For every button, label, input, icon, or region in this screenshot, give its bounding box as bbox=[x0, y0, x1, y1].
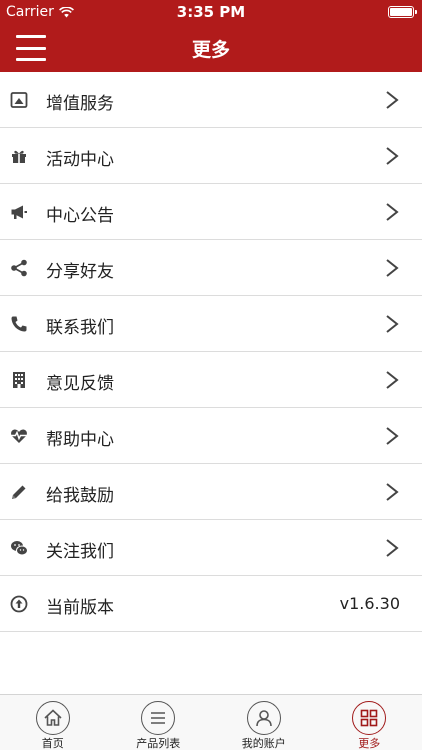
phone-icon bbox=[10, 315, 28, 333]
menu-item-encourage-us[interactable]: 给我鼓励 bbox=[0, 464, 422, 520]
building-icon bbox=[10, 371, 28, 389]
status-bar: Carrier 3:35 PM bbox=[0, 0, 422, 24]
tab-bar: 首页 产品列表 我的账户 更多 bbox=[0, 694, 422, 750]
menu-item-help-center[interactable]: 帮助中心 bbox=[0, 408, 422, 464]
tab-label: 产品列表 bbox=[136, 737, 181, 750]
menu-item-feedback[interactable]: 意见反馈 bbox=[0, 352, 422, 408]
chevron-right-icon bbox=[384, 426, 400, 446]
menu-item-label: 意见反馈 bbox=[46, 374, 114, 394]
menu-item-follow-us[interactable]: 关注我们 bbox=[0, 520, 422, 576]
menu-item-label: 分享好友 bbox=[46, 262, 114, 282]
chevron-right-icon bbox=[384, 202, 400, 222]
menu-item-label: 活动中心 bbox=[46, 150, 114, 170]
chevron-right-icon bbox=[384, 314, 400, 334]
gift-icon bbox=[10, 147, 28, 165]
tab-more[interactable]: 更多 bbox=[317, 695, 422, 750]
home-icon bbox=[35, 701, 70, 735]
menu-list: 增值服务 活动中心 中心公告 分享好友 联系我们 意见反馈 帮助中心 给我鼓励 … bbox=[0, 72, 422, 632]
chevron-right-icon bbox=[384, 90, 400, 110]
chevron-right-icon bbox=[384, 370, 400, 390]
menu-item-value-added-services[interactable]: 增值服务 bbox=[0, 72, 422, 128]
tab-product-list[interactable]: 产品列表 bbox=[106, 695, 212, 750]
tab-label: 我的账户 bbox=[241, 737, 286, 750]
chevron-right-icon bbox=[384, 538, 400, 558]
megaphone-icon bbox=[10, 203, 28, 221]
menu-item-label: 帮助中心 bbox=[46, 430, 114, 450]
tab-home[interactable]: 首页 bbox=[0, 695, 106, 750]
chevron-right-icon bbox=[384, 482, 400, 502]
tab-my-account[interactable]: 我的账户 bbox=[211, 695, 317, 750]
tab-label: 更多 bbox=[358, 737, 381, 750]
menu-item-label: 中心公告 bbox=[46, 206, 114, 226]
menu-item-activity-center[interactable]: 活动中心 bbox=[0, 128, 422, 184]
grid-icon bbox=[352, 701, 387, 735]
list-icon bbox=[141, 701, 176, 735]
version-value: v1.6.30 bbox=[339, 594, 400, 613]
chevron-right-icon bbox=[384, 258, 400, 278]
user-icon bbox=[246, 701, 281, 735]
image-icon bbox=[10, 91, 28, 109]
menu-item-label: 给我鼓励 bbox=[46, 486, 114, 506]
version-label: 当前版本 bbox=[46, 598, 114, 618]
menu-item-label: 联系我们 bbox=[46, 318, 114, 338]
menu-item-current-version: 当前版本 v1.6.30 bbox=[0, 576, 422, 632]
menu-item-share-friends[interactable]: 分享好友 bbox=[0, 240, 422, 296]
wechat-icon bbox=[10, 539, 28, 557]
menu-item-contact-us[interactable]: 联系我们 bbox=[0, 296, 422, 352]
status-time: 3:35 PM bbox=[176, 3, 246, 21]
share-icon bbox=[10, 259, 28, 277]
battery-icon bbox=[388, 6, 417, 18]
navigation-bar: 更多 bbox=[0, 24, 422, 72]
menu-item-label: 增值服务 bbox=[46, 94, 114, 114]
menu-item-label: 关注我们 bbox=[46, 542, 114, 562]
heartbeat-icon bbox=[10, 427, 28, 445]
menu-item-announcements[interactable]: 中心公告 bbox=[0, 184, 422, 240]
tab-label: 首页 bbox=[41, 737, 64, 750]
chevron-right-icon bbox=[384, 146, 400, 166]
page-title: 更多 bbox=[191, 39, 230, 61]
upload-circle-icon bbox=[10, 595, 28, 613]
pencil-icon bbox=[10, 483, 28, 501]
